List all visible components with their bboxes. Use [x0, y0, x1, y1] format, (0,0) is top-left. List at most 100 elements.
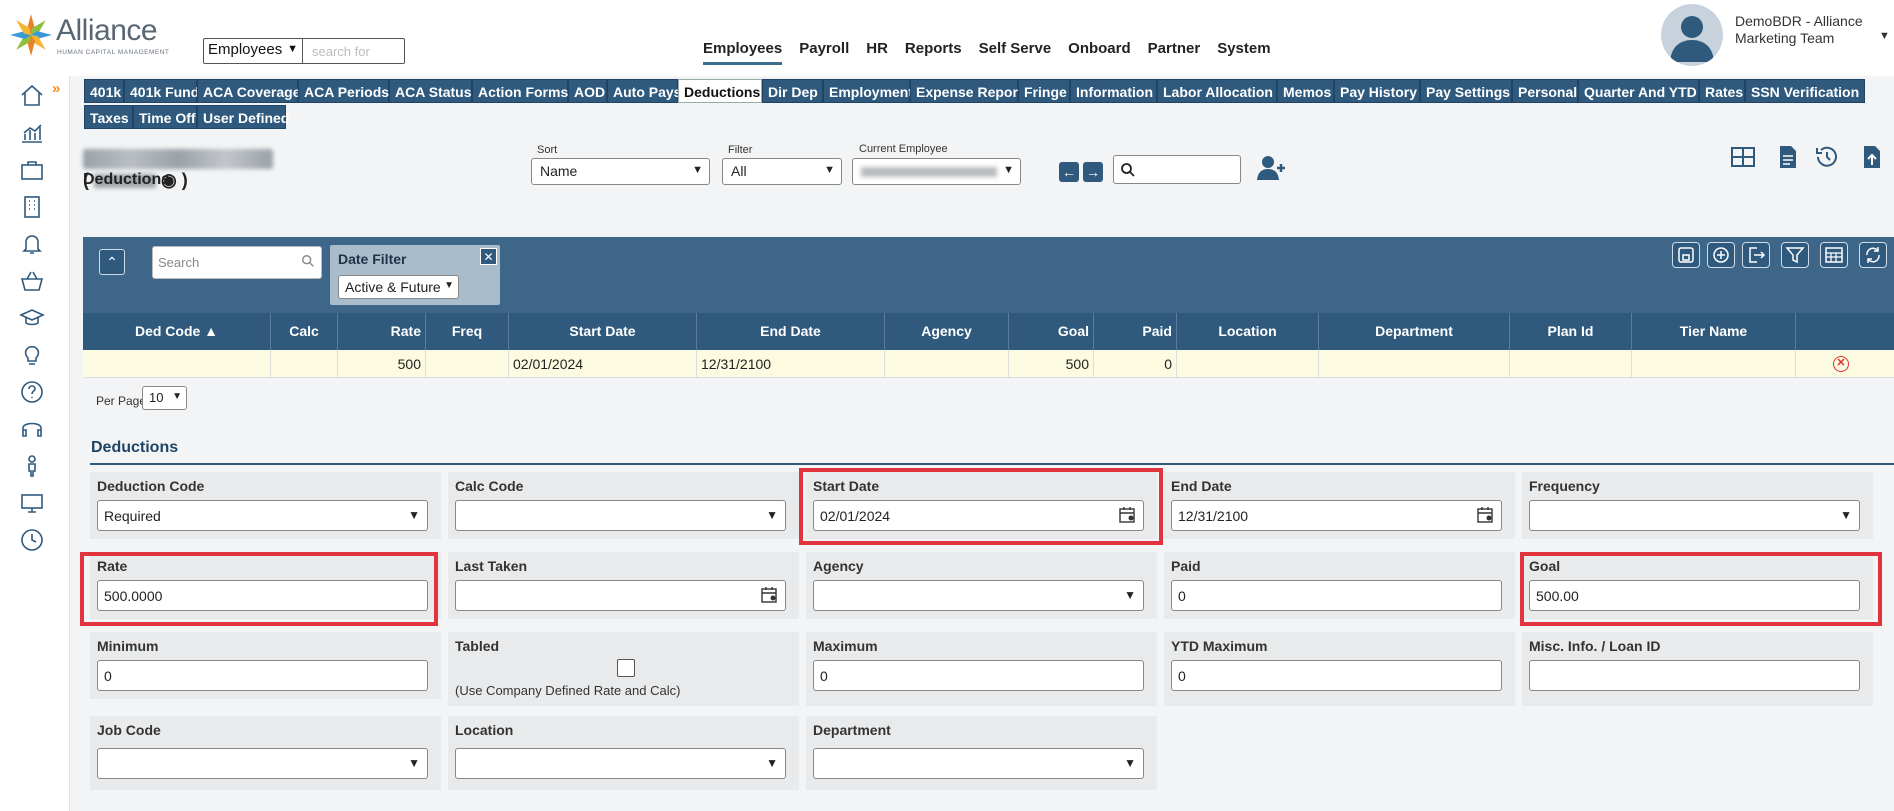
calc-code-select[interactable]: ▼	[455, 500, 786, 531]
add-employee-button[interactable]	[1257, 154, 1287, 182]
tab-pay-history[interactable]: Pay History	[1334, 79, 1420, 103]
building-icon[interactable]	[19, 194, 45, 220]
minimum-input[interactable]: 0	[97, 660, 428, 691]
misc-info-input[interactable]	[1529, 660, 1860, 691]
tab-information[interactable]: Information	[1070, 79, 1157, 103]
col-location[interactable]: Location	[1177, 313, 1319, 350]
entity-select[interactable]: Employees ▼	[203, 38, 303, 64]
frequency-select[interactable]: ▼	[1529, 500, 1860, 531]
chevron-down-icon[interactable]: ▼	[1879, 30, 1890, 42]
col-tier-name[interactable]: Tier Name	[1632, 313, 1796, 350]
col-freq[interactable]: Freq	[426, 313, 509, 350]
tab-aca-periods[interactable]: ACA Periods	[298, 79, 389, 103]
history-icon[interactable]	[1814, 144, 1840, 170]
col-department[interactable]: Department	[1319, 313, 1510, 350]
nav-partner[interactable]: Partner	[1148, 40, 1201, 65]
nav-employees[interactable]: Employees	[703, 40, 783, 65]
tabled-checkbox[interactable]	[617, 659, 635, 677]
tab-expense-report[interactable]: Expense Report	[910, 79, 1023, 103]
col-rate[interactable]: Rate	[338, 313, 426, 350]
tab-personal[interactable]: Personal	[1512, 79, 1578, 103]
nav-payroll[interactable]: Payroll	[799, 40, 849, 65]
nav-self-serve[interactable]: Self Serve	[979, 40, 1052, 65]
analytics-icon[interactable]	[19, 120, 45, 146]
last-taken-input[interactable]	[455, 580, 786, 611]
export-button[interactable]	[1742, 242, 1770, 268]
previous-employee-button[interactable]: ←	[1059, 162, 1079, 182]
deduction-code-select[interactable]: Required ▼	[97, 500, 428, 531]
nav-system[interactable]: System	[1217, 40, 1270, 65]
sort-select[interactable]: Name ▼	[531, 158, 710, 185]
department-select[interactable]: ▼	[813, 748, 1144, 779]
columns-button[interactable]	[1820, 242, 1848, 268]
nav-hr[interactable]: HR	[866, 40, 888, 65]
tab-401k-fund[interactable]: 401k Fund	[124, 79, 199, 103]
paid-input[interactable]: 0	[1171, 580, 1502, 611]
tab-rates[interactable]: Rates	[1699, 79, 1745, 103]
tab-deductions[interactable]: Deductions	[678, 79, 762, 103]
col-calc[interactable]: Calc	[271, 313, 338, 350]
help-icon[interactable]	[19, 379, 45, 405]
tab-pay-settings[interactable]: Pay Settings	[1420, 79, 1512, 103]
agency-select[interactable]: ▼	[813, 580, 1144, 611]
job-code-select[interactable]: ▼	[97, 748, 428, 779]
table-row[interactable]: 500 02/01/2024 12/31/2100 500 0 ✕	[83, 350, 1894, 378]
per-page-select[interactable]: 10 ▼	[142, 386, 187, 410]
bell-icon[interactable]	[19, 231, 45, 257]
col-goal[interactable]: Goal	[1009, 313, 1094, 350]
maximum-input[interactable]: 0	[813, 660, 1144, 691]
tab-auto-pays[interactable]: Auto Pays	[607, 79, 681, 103]
graduation-cap-icon[interactable]	[19, 305, 45, 331]
tab-labor-allocation[interactable]: Labor Allocation	[1157, 79, 1277, 103]
headset-icon[interactable]	[19, 416, 45, 442]
user-menu[interactable]: DemoBDR - Alliance Marketing Team ▼	[1661, 4, 1894, 70]
date-filter-select[interactable]: Active & Future ▼	[338, 275, 459, 299]
next-employee-button[interactable]: →	[1083, 162, 1103, 182]
col-plan-id[interactable]: Plan Id	[1510, 313, 1632, 350]
col-paid[interactable]: Paid	[1094, 313, 1177, 350]
nav-reports[interactable]: Reports	[905, 40, 962, 65]
employee-search-input[interactable]	[1113, 155, 1241, 184]
tab-dir-dep[interactable]: Dir Dep	[762, 79, 823, 103]
tab-memos[interactable]: Memos	[1277, 79, 1334, 103]
tab-employment[interactable]: Employment	[823, 79, 913, 103]
document-icon[interactable]	[1775, 144, 1801, 170]
grid-search-input[interactable]: Search	[152, 246, 322, 279]
tab-user-defined[interactable]: User Defined	[197, 105, 289, 129]
tab-taxes[interactable]: Taxes	[84, 105, 133, 129]
expand-sidebar-icon[interactable]: »	[52, 80, 60, 97]
avatar[interactable]	[1661, 4, 1723, 66]
tab-time-off[interactable]: Time Off	[133, 105, 197, 129]
delete-row-icon[interactable]: ✕	[1833, 356, 1849, 372]
global-search-input[interactable]: search for	[302, 38, 405, 64]
upload-document-icon[interactable]	[1859, 144, 1885, 170]
tab-aca-status[interactable]: ACA Status	[389, 79, 472, 103]
filter-button[interactable]	[1781, 242, 1809, 268]
location-select[interactable]: ▼	[455, 748, 786, 779]
col-start-date[interactable]: Start Date	[509, 313, 697, 350]
ytd-maximum-input[interactable]: 0	[1171, 660, 1502, 691]
col-ded-code[interactable]: Ded Code ▲	[83, 313, 271, 350]
tab-ssn-verification[interactable]: SSN Verification	[1745, 79, 1865, 103]
alliance-logo[interactable]: Alliance HUMAN CAPITAL MANAGEMENT	[8, 12, 169, 60]
nav-onboard[interactable]: Onboard	[1068, 40, 1131, 65]
refresh-button[interactable]	[1859, 242, 1887, 268]
tab-aod[interactable]: AOD	[568, 79, 607, 103]
calendar-icon[interactable]	[1477, 506, 1494, 523]
tab-fringe[interactable]: Fringe	[1018, 79, 1070, 103]
add-record-button[interactable]	[1707, 242, 1735, 268]
clock-icon[interactable]	[19, 527, 45, 553]
save-grid-button[interactable]	[1672, 242, 1700, 268]
tab-quarter-and-ytd[interactable]: Quarter And YTD	[1578, 79, 1699, 103]
tab-401k[interactable]: 401k	[84, 79, 124, 103]
home-icon[interactable]	[19, 83, 45, 109]
collapse-grid-button[interactable]: ⌃	[99, 249, 125, 275]
end-date-input[interactable]: 12/31/2100	[1171, 500, 1502, 531]
close-icon[interactable]: ✕	[480, 248, 497, 265]
calendar-icon[interactable]	[761, 586, 778, 603]
lightbulb-icon[interactable]	[19, 342, 45, 368]
col-agency[interactable]: Agency	[885, 313, 1009, 350]
current-employee-select[interactable]: ▼	[852, 158, 1021, 185]
col-end-date[interactable]: End Date	[697, 313, 885, 350]
tab-aca-coverage[interactable]: ACA Coverage	[197, 79, 301, 103]
